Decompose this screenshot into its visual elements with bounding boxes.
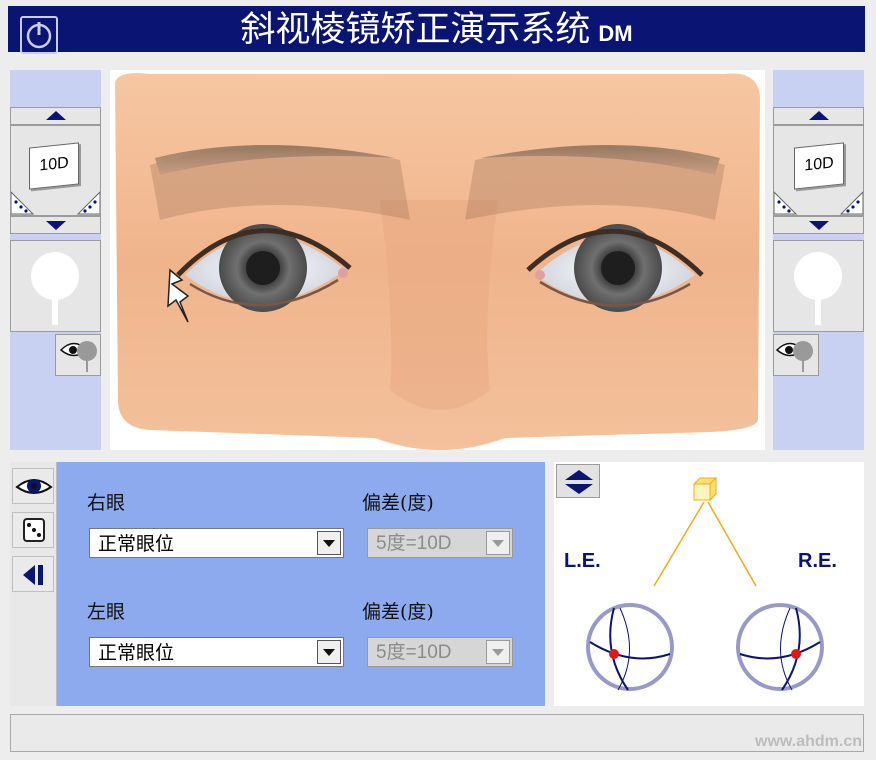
arrow-down-icon xyxy=(46,221,66,230)
left-eye-deviation-value: 5度=10D xyxy=(376,642,452,663)
random-button[interactable] xyxy=(12,512,54,548)
step-back-button[interactable] xyxy=(12,556,54,592)
right-fixation-target-button[interactable] xyxy=(773,240,864,332)
step-back-icon xyxy=(23,565,43,585)
right-eye-deviation-value: 5度=10D xyxy=(376,533,452,554)
right-prism-base-right-button[interactable] xyxy=(839,190,864,216)
app-title-suffix: DM xyxy=(598,21,633,46)
prism-base-right-icon xyxy=(839,190,864,215)
left-prism-display: 10D xyxy=(10,125,101,216)
eye-view-button[interactable] xyxy=(12,468,54,504)
eye-occluder-icon xyxy=(775,341,813,372)
left-eye-position-value: 正常眼位 xyxy=(98,642,175,664)
left-prism-up-button[interactable] xyxy=(10,107,101,125)
prism-base-right-icon xyxy=(76,190,101,215)
right-eye-globe xyxy=(736,603,824,691)
eye-controls-panel: 右眼 偏差(度) 正常眼位 5度=10D 左眼 偏差(度) 正常眼位 5度=10… xyxy=(57,462,545,706)
arrow-up-icon xyxy=(809,111,829,120)
fixation-geometry xyxy=(586,476,824,691)
status-bar xyxy=(10,714,864,752)
fixation-diagram: L.E. R.E. xyxy=(554,462,864,706)
left-eye-globe xyxy=(586,603,674,691)
left-prism-base-left-button[interactable] xyxy=(10,190,35,216)
tool-column xyxy=(10,462,57,706)
arrow-up-icon xyxy=(46,111,66,120)
right-prism-up-button[interactable] xyxy=(773,107,864,125)
left-eye-deviation-label: 偏差(度) xyxy=(362,601,434,623)
app-title: 斜视棱镜矫正演示系统 DM xyxy=(8,6,865,52)
chevron-down-icon[interactable] xyxy=(317,640,341,664)
dice-icon xyxy=(23,518,45,542)
power-button[interactable] xyxy=(20,16,58,54)
right-prism-down-button[interactable] xyxy=(773,216,864,234)
right-prism-display: 10D xyxy=(773,125,864,216)
fixation-target-icon xyxy=(31,252,79,325)
left-prism-down-button[interactable] xyxy=(10,216,101,234)
right-eye-deviation-label: 偏差(度) xyxy=(362,492,434,514)
right-occluder-button[interactable] xyxy=(773,334,819,376)
face-viewport xyxy=(110,70,765,450)
left-eye-diagram-label: L.E. xyxy=(564,550,601,572)
site-watermark: www.ahdm.cn xyxy=(755,733,862,750)
prism-card-icon: 10D xyxy=(794,142,844,190)
left-eye-label: 左眼 xyxy=(87,601,126,623)
right-eye-deviation-select[interactable]: 5度=10D xyxy=(367,528,513,558)
right-eye-position-select[interactable]: 正常眼位 xyxy=(89,528,344,558)
app-title-text: 斜视棱镜矫正演示系统 xyxy=(240,10,591,50)
prism-base-left-icon xyxy=(773,190,798,215)
right-eye-position-value: 正常眼位 xyxy=(98,533,175,555)
right-eye-diagram-label: R.E. xyxy=(798,550,837,572)
fixation-target-icon xyxy=(794,252,842,325)
chevron-down-icon[interactable] xyxy=(317,531,341,555)
right-prism-label: 10D xyxy=(804,154,834,175)
left-eye-deviation-select[interactable]: 5度=10D xyxy=(367,637,513,667)
right-eye-label: 右眼 xyxy=(87,492,126,514)
prism-card-icon: 10D xyxy=(29,142,79,190)
title-bar: 斜视棱镜矫正演示系统 DM xyxy=(8,6,865,54)
left-prism-base-right-button[interactable] xyxy=(76,190,101,216)
power-icon xyxy=(26,22,52,49)
left-prism-label: 10D xyxy=(39,154,69,175)
eye-icon xyxy=(15,479,53,494)
left-eye-position-select[interactable]: 正常眼位 xyxy=(89,637,344,667)
face-illustration xyxy=(115,73,760,450)
chevron-down-icon[interactable] xyxy=(486,640,510,664)
arrow-down-icon xyxy=(809,221,829,230)
left-fixation-target-button[interactable] xyxy=(10,240,101,332)
eye-occluder-icon xyxy=(59,341,97,372)
chevron-down-icon[interactable] xyxy=(486,531,510,555)
left-occluder-button[interactable] xyxy=(55,334,101,376)
right-prism-base-left-button[interactable] xyxy=(773,190,798,216)
fixation-target-cube-icon xyxy=(692,476,718,502)
prism-base-left-icon xyxy=(10,190,35,215)
